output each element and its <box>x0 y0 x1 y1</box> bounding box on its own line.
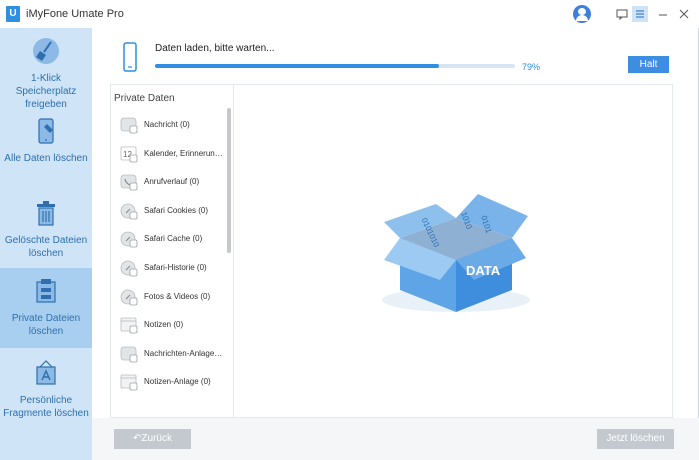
safari-icon <box>120 203 138 220</box>
back-button[interactable]: ↶Zurück <box>114 429 191 449</box>
sidebar-item-free-space[interactable]: 1-Klick Speicherplatz freigeben <box>0 36 92 116</box>
close-icon[interactable] <box>676 6 692 22</box>
phone-call-icon <box>120 174 138 191</box>
notes-icon <box>120 374 138 391</box>
progress-fill <box>155 64 440 68</box>
data-box-illustration: 0101010 1010 0101 DATA <box>382 194 530 312</box>
phone-icon <box>123 42 137 72</box>
message-icon <box>120 346 138 363</box>
message-icon <box>120 117 138 134</box>
private-data-heading: Private Daten <box>114 93 175 104</box>
private-data-item[interactable]: Nachricht (0) <box>120 115 225 135</box>
sidebar-item-label: Persönliche Fragmente löschen <box>3 395 89 419</box>
photos-icon <box>120 289 138 305</box>
private-data-item[interactable]: Safari Cache (0) <box>120 229 225 249</box>
calendar-icon: 12 <box>120 146 138 162</box>
sidebar-item-deleted-files[interactable]: Gelöschte Dateien löschen <box>0 198 92 268</box>
private-data-item-label: Safari Cache (0) <box>144 234 203 244</box>
sidebar-item-private-files[interactable]: Private Dateien löschen <box>0 268 92 348</box>
sidebar: 1-Klick Speicherplatz freigeben Alle Dat… <box>0 28 92 460</box>
private-data-item-label: Notizen-Anlage (0) <box>144 377 211 387</box>
notes-icon <box>120 317 138 334</box>
phone-erase-icon <box>38 118 54 144</box>
private-data-item-label: Notizen (0) <box>144 320 184 330</box>
safari-icon <box>120 260 138 277</box>
broom-icon <box>33 38 59 64</box>
private-data-item[interactable]: Notizen (0) <box>120 315 225 335</box>
safari-icon <box>120 231 138 248</box>
app-logo-icon: U <box>6 6 20 22</box>
trash-icon <box>37 201 55 226</box>
private-data-item-label: Safari Cookies (0) <box>144 205 209 215</box>
back-button-label: Zurück <box>141 433 172 444</box>
private-data-item[interactable]: Fotos & Videos (0) <box>120 287 225 307</box>
private-files-icon <box>36 279 56 303</box>
sidebar-item-label: Private Dateien löschen <box>11 313 81 337</box>
private-data-item[interactable]: Notizen-Anlage (0) <box>120 372 225 392</box>
box-data-label: DATA <box>466 263 501 278</box>
sidebar-item-label: Alle Daten löschen <box>4 153 88 164</box>
sidebar-item-erase-all[interactable]: Alle Daten löschen <box>0 116 92 186</box>
progress-percent: 79% <box>522 62 541 72</box>
title-bar: U iMyFone Umate Pro <box>0 0 699 28</box>
minimize-icon[interactable] <box>655 6 671 22</box>
private-data-item[interactable]: Anrufverlauf (0) <box>120 172 225 192</box>
private-data-item-label: Anrufverlauf (0) <box>144 177 200 187</box>
sidebar-item-fragments[interactable]: Persönliche Fragmente löschen <box>0 358 92 438</box>
private-data-item[interactable]: Safari Cookies (0) <box>120 201 225 221</box>
delete-now-button[interactable]: Jetzt löschen <box>597 429 674 449</box>
sidebar-item-label: Gelöschte Dateien löschen <box>4 235 88 259</box>
private-data-item-label: Kalender, Erinnerungen (0) <box>144 148 224 158</box>
progress-bar <box>155 64 515 68</box>
fragments-icon <box>36 360 56 385</box>
private-data-item-label: Nachrichten-Anlagen (0) <box>144 348 224 358</box>
message-icon[interactable] <box>614 6 630 22</box>
private-data-item-label: Nachricht (0) <box>144 120 190 129</box>
user-icon[interactable] <box>573 5 591 23</box>
private-data-item[interactable]: Safari-Historie (0) <box>120 258 225 278</box>
menu-icon[interactable] <box>632 6 648 22</box>
private-data-item[interactable]: 12 Kalender, Erinnerungen (0) <box>120 144 225 164</box>
list-scrollbar[interactable] <box>227 108 231 253</box>
app-window: U iMyFone Umate Pro 1-Klick Speicherplat… <box>0 0 699 460</box>
halt-button[interactable]: Halt <box>628 56 669 73</box>
private-data-item-label: Fotos & Videos (0) <box>144 291 211 301</box>
status-text: Daten laden, bitte warten... <box>155 43 275 54</box>
app-title: iMyFone Umate Pro <box>26 8 124 20</box>
sidebar-item-label: 1-Klick Speicherplatz freigeben <box>15 73 77 110</box>
private-data-item-label: Safari-Historie (0) <box>144 263 207 272</box>
list-divider <box>233 84 234 418</box>
private-data-item[interactable]: Nachrichten-Anlagen (0) <box>120 344 225 364</box>
